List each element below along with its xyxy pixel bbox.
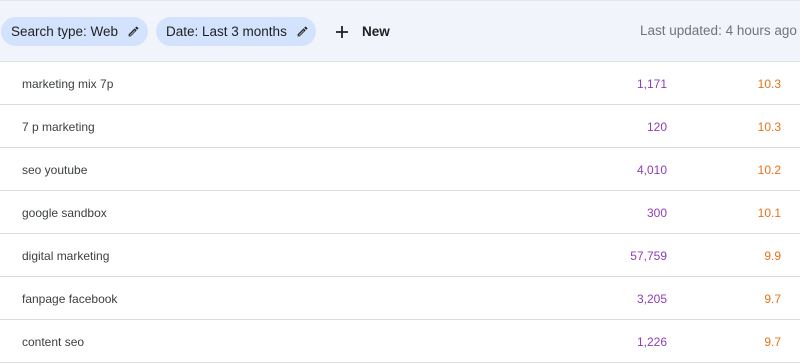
- clicks-cell: 57,759: [630, 249, 667, 263]
- plus-icon: [335, 25, 349, 39]
- position-cell: 10.3: [757, 120, 781, 134]
- date-label: Date: Last 3 months: [166, 24, 287, 39]
- table-row[interactable]: content seo 1,226 9.7: [0, 320, 800, 363]
- query-cell: marketing mix 7p: [22, 77, 114, 91]
- filter-bar: Search type: Web Date: Last 3 months New…: [0, 0, 800, 62]
- query-cell: content seo: [22, 335, 85, 349]
- query-cell: 7 p marketing: [22, 120, 95, 134]
- query-cell: fanpage facebook: [22, 292, 118, 306]
- clicks-cell: 1,226: [636, 335, 667, 349]
- pencil-icon[interactable]: [127, 25, 140, 38]
- last-updated-text: Last updated: 4 hours ago: [640, 23, 797, 38]
- clicks-cell: 3,205: [636, 292, 667, 306]
- query-cell: digital marketing: [22, 249, 110, 263]
- search-type-label: Search type: Web: [11, 24, 119, 39]
- position-cell: 10.3: [757, 77, 781, 91]
- query-cell: seo youtube: [22, 163, 88, 177]
- clicks-cell: 1,171: [636, 77, 667, 91]
- table-row[interactable]: 7 p marketing 120 10.3: [0, 105, 800, 148]
- table-row[interactable]: google sandbox 300 10.1: [0, 191, 800, 234]
- pencil-icon[interactable]: [296, 25, 309, 38]
- table-row[interactable]: digital marketing 57,759 9.9: [0, 234, 800, 277]
- position-cell: 10.1: [757, 206, 781, 220]
- clicks-cell: 4,010: [636, 163, 667, 177]
- divider: [0, 0, 800, 1]
- table-row[interactable]: marketing mix 7p 1,171 10.3: [0, 62, 800, 105]
- position-cell: 10.2: [757, 163, 781, 177]
- date-chip[interactable]: Date: Last 3 months: [156, 17, 316, 46]
- new-filter-button[interactable]: New: [331, 17, 390, 46]
- position-cell: 9.7: [764, 292, 781, 306]
- clicks-cell: 300: [646, 206, 667, 220]
- queries-table: marketing mix 7p 1,171 10.3 7 p marketin…: [0, 62, 800, 363]
- position-cell: 9.9: [764, 249, 781, 263]
- query-cell: google sandbox: [22, 206, 107, 220]
- table-row[interactable]: fanpage facebook 3,205 9.7: [0, 277, 800, 320]
- table-row[interactable]: seo youtube 4,010 10.2: [0, 148, 800, 191]
- clicks-cell: 120: [646, 120, 667, 134]
- search-type-chip[interactable]: Search type: Web: [1, 17, 148, 46]
- position-cell: 9.7: [764, 335, 781, 349]
- new-filter-label: New: [362, 24, 390, 39]
